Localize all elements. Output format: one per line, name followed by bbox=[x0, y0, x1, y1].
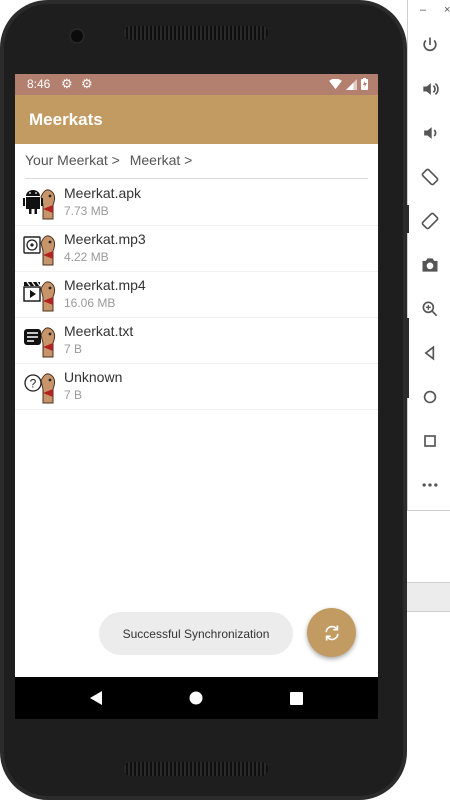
rotate-right-icon[interactable] bbox=[408, 206, 450, 236]
volume-down-icon[interactable] bbox=[408, 118, 450, 148]
breadcrumb-item-your-meerkat[interactable]: Your Meerkat > bbox=[25, 152, 120, 168]
more-icon[interactable] bbox=[408, 470, 450, 500]
file-name: Meerkat.mp4 bbox=[64, 277, 146, 293]
home-icon bbox=[189, 691, 203, 705]
back-icon bbox=[90, 691, 102, 705]
sync-button[interactable] bbox=[307, 608, 356, 657]
file-name: Unknown bbox=[64, 369, 123, 385]
phone-screen: 8:46 ⚙ ⚙ Meerkats Your Meerkat > Meerkat… bbox=[15, 74, 378, 719]
list-item[interactable]: Meerkat.apk 7.73 MB bbox=[15, 180, 378, 226]
phone-volume-button bbox=[404, 318, 409, 398]
list-item[interactable]: Meerkat.txt 7 B bbox=[15, 318, 378, 364]
camera-icon[interactable] bbox=[408, 250, 450, 280]
list-item[interactable]: Meerkat.mp4 16.06 MB bbox=[15, 272, 378, 318]
file-size: 7.73 MB bbox=[64, 204, 109, 218]
back-icon[interactable] bbox=[408, 338, 450, 368]
recents-icon bbox=[289, 691, 303, 705]
navigation-bar bbox=[15, 677, 378, 719]
minimize-button[interactable]: – bbox=[420, 4, 426, 16]
gear-icon: ⚙ bbox=[81, 76, 93, 91]
overview-icon[interactable] bbox=[408, 426, 450, 456]
close-button[interactable]: × bbox=[444, 4, 450, 16]
toast-message: Successful Synchronization bbox=[99, 612, 293, 655]
svg-text:?: ? bbox=[30, 377, 37, 391]
phone-side-button bbox=[404, 205, 409, 233]
back-button[interactable] bbox=[85, 687, 107, 709]
list-item[interactable]: ? Unknown 7 B bbox=[15, 364, 378, 410]
file-name: Meerkat.mp3 bbox=[64, 231, 146, 247]
power-icon[interactable] bbox=[408, 30, 450, 60]
gear-icon: ⚙ bbox=[61, 76, 73, 91]
breadcrumb: Your Meerkat > Meerkat > bbox=[25, 152, 368, 179]
battery-icon bbox=[361, 78, 368, 90]
file-size: 4.22 MB bbox=[64, 250, 109, 264]
file-size: 7 B bbox=[64, 388, 83, 402]
zoom-icon[interactable] bbox=[408, 294, 450, 324]
toast-text: Successful Synchronization bbox=[122, 626, 270, 641]
file-name: Meerkat.apk bbox=[64, 185, 142, 201]
android-icon bbox=[23, 189, 56, 220]
audio-file-icon bbox=[23, 235, 56, 266]
app-title: Meerkats bbox=[29, 110, 103, 129]
rotate-left-icon[interactable] bbox=[408, 162, 450, 192]
emulator-toolbar: – × bbox=[407, 0, 450, 511]
file-list: Meerkat.apk 7.73 MB Meerkat.mp3 4.22 MB bbox=[15, 180, 378, 410]
home-button[interactable] bbox=[185, 687, 207, 709]
app-bar: Meerkats bbox=[15, 95, 378, 144]
recents-button[interactable] bbox=[285, 687, 307, 709]
phone-frame: 8:46 ⚙ ⚙ Meerkats Your Meerkat > Meerkat… bbox=[0, 0, 409, 800]
signal-icon bbox=[346, 78, 357, 90]
volume-up-icon[interactable] bbox=[408, 74, 450, 104]
list-item[interactable]: Meerkat.mp3 4.22 MB bbox=[15, 226, 378, 272]
status-bar: 8:46 ⚙ ⚙ bbox=[15, 74, 378, 95]
top-speaker bbox=[124, 26, 268, 40]
file-name: Meerkat.txt bbox=[64, 323, 134, 339]
unknown-file-icon: ? bbox=[24, 373, 56, 404]
file-size: 16.06 MB bbox=[64, 296, 116, 310]
bottom-speaker bbox=[124, 762, 268, 776]
file-size: 7 B bbox=[64, 342, 83, 356]
front-camera bbox=[69, 28, 85, 44]
window-controls: – × bbox=[408, 4, 450, 18]
home-icon[interactable] bbox=[408, 382, 450, 412]
breadcrumb-item-meerkat[interactable]: Meerkat > bbox=[130, 152, 193, 168]
sync-icon bbox=[324, 625, 339, 640]
wifi-icon bbox=[329, 78, 342, 89]
status-icons bbox=[329, 78, 368, 90]
video-file-icon bbox=[23, 281, 56, 312]
text-file-icon bbox=[24, 327, 56, 358]
status-time: 8:46 bbox=[27, 77, 51, 91]
